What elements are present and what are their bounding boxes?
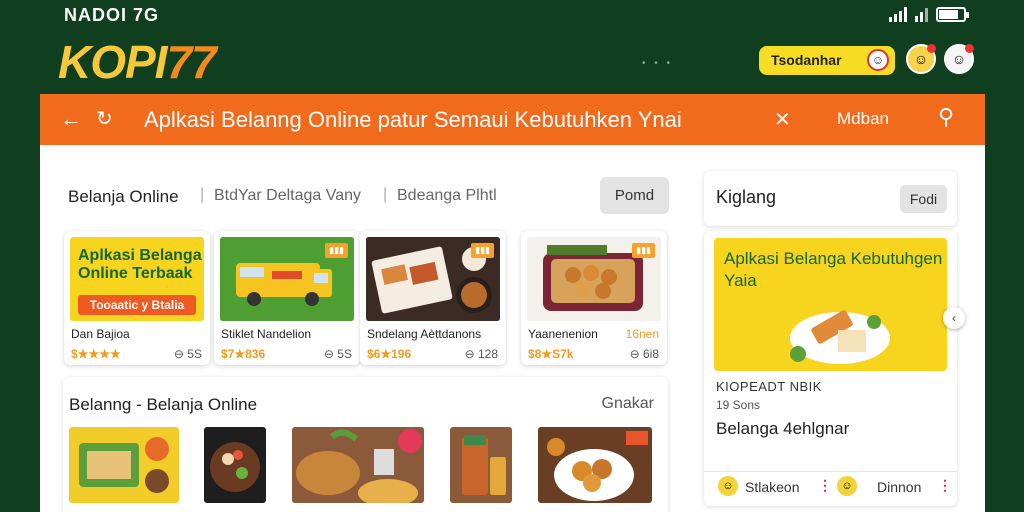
mode-link[interactable]: Mdban [837, 109, 889, 129]
product-price: $6★196 [367, 347, 412, 361]
product-count: ⊖ 128 [464, 347, 498, 361]
product-card[interactable]: ▮▮▮ Sndelang Aèttdanons $6★196 ⊖ 128 [360, 231, 506, 365]
banner-title: Aplkasi Belanga Online Terbaak [78, 247, 202, 282]
app-logo[interactable]: KOPI77 [58, 36, 217, 88]
logo-text: KOPI [58, 36, 167, 88]
promo-tag: ▮▮▮ [325, 243, 348, 258]
tab-belanja-online[interactable]: Belanja Online [68, 187, 179, 207]
promo-label: Tsodanhar [771, 52, 842, 68]
portal-button[interactable]: Pomd [600, 177, 669, 214]
action-dinner[interactable]: Dinnon [877, 479, 921, 495]
chevron-right-icon[interactable]: ‹ [943, 307, 965, 329]
signal-icon [889, 6, 907, 22]
featured-store-name: KIOPEADT NBIK [716, 379, 822, 394]
featured-banner: Aplkasi Belanga Kebutuhgen Yaia [714, 238, 947, 371]
kebab-icon[interactable]: ⋮ [938, 477, 952, 494]
smile-icon: ☺ [718, 476, 738, 496]
avatar-secondary[interactable]: ☺ [944, 44, 974, 74]
section-title: Belanng - Belanja Online [69, 395, 258, 414]
product-price: $8★S7k [528, 347, 574, 361]
notification-dot [927, 44, 936, 53]
see-more-link[interactable]: Gnakar [602, 395, 654, 413]
status-time: NADOI 7G [64, 5, 160, 25]
notification-dot [965, 44, 974, 53]
product-card[interactable]: Aplkasi Belanga Online Terbaak Tooaatic … [64, 231, 210, 365]
avatar[interactable]: ☺ [906, 44, 936, 74]
kebab-icon[interactable]: ⋮ [818, 477, 832, 494]
promo-tag: ▮▮▮ [632, 243, 655, 258]
nav-title: Aplkasi Belanng Online patur Semaui Kebu… [144, 107, 682, 132]
wifi-icon [915, 6, 928, 22]
banner-button[interactable]: Tooaatic y Btalia [78, 295, 196, 315]
status-bar: NADOI 7G [0, 0, 1024, 30]
product-extra: 16nen [625, 327, 659, 341]
product-banner-image: Aplkasi Belanga Online Terbaak Tooaatic … [70, 237, 204, 321]
back-arrow-icon[interactable]: ← [60, 106, 82, 132]
promo-face-icon: ☺ [867, 49, 889, 71]
food-thumb[interactable] [450, 427, 512, 503]
status-icons [889, 6, 969, 22]
food-thumb[interactable] [292, 427, 424, 503]
divider [704, 471, 957, 472]
product-price: $★★★★ [71, 347, 121, 361]
featured-card[interactable]: Aplkasi Belanga Kebutuhgen Yaia ‹ KIOPEA… [704, 231, 965, 506]
product-card[interactable]: ▮▮▮ Stiklet Nandelion $7★836 ⊖ 5S [214, 231, 360, 365]
product-name: Stiklet Nandelion [221, 327, 312, 341]
product-price: $7★836 [221, 347, 266, 361]
content-area: Belanja Online | BtdYar Deltaga Vany | B… [40, 145, 985, 512]
search-icon[interactable]: ⚲ [938, 104, 954, 130]
tab-divider: | [383, 186, 388, 203]
product-name: Sndelang Aèttdanons [367, 327, 482, 341]
close-icon[interactable]: ✕ [774, 107, 791, 132]
top-nav: ← ↻ Aplkasi Belanng Online patur Semaui … [40, 94, 985, 145]
promo-tag: ▮▮▮ [471, 243, 494, 258]
food-thumb[interactable] [69, 427, 179, 503]
dots-icon: • • • [642, 58, 674, 69]
filter-button[interactable]: Fodi [900, 185, 947, 213]
product-name: Dan Bajioa [71, 327, 130, 341]
lunch-box-image: ▮▮▮ [527, 237, 661, 321]
product-count: ⊖ 5S [323, 347, 352, 361]
online-shopping-section: Belanng - Belanja Online Gnakar [63, 377, 668, 512]
featured-meta: 19 Sons [716, 398, 761, 412]
featured-food-image [790, 310, 890, 364]
logo-number: 77 [166, 36, 216, 88]
promo-button[interactable]: Tsodanhar ☺ [759, 46, 895, 75]
product-card[interactable]: ▮▮▮ Yaanenenion 16nen $8★S7k ⊖ 6i8 [521, 231, 667, 365]
delivery-van-image: ▮▮▮ [220, 237, 354, 321]
product-name: Yaanenenion [528, 327, 598, 341]
battery-icon [936, 6, 969, 22]
right-panel-title: Kiglang [716, 187, 777, 207]
right-header-panel: Kiglang Fodi [704, 171, 957, 226]
product-count: ⊖ 6i8 [629, 347, 659, 361]
action-select[interactable]: Stlakeon [745, 479, 799, 495]
food-menu-image: ▮▮▮ [366, 237, 500, 321]
product-count: ⊖ 5S [173, 347, 202, 361]
featured-headline: Belanga 4ehlgnar [716, 419, 850, 438]
product-panel: Belanja Online | BtdYar Deltaga Vany | B… [60, 169, 670, 369]
battery-level [939, 9, 959, 19]
tab-delivery[interactable]: BtdYar Deltaga Vany [214, 187, 361, 205]
food-thumb[interactable] [538, 427, 652, 503]
smile-icon: ☺ [837, 476, 857, 496]
tab-pilihan[interactable]: Bdeanga Plhtl [397, 187, 497, 205]
food-thumb[interactable] [204, 427, 266, 503]
tab-divider: | [200, 186, 205, 203]
refresh-icon[interactable]: ↻ [96, 106, 113, 131]
